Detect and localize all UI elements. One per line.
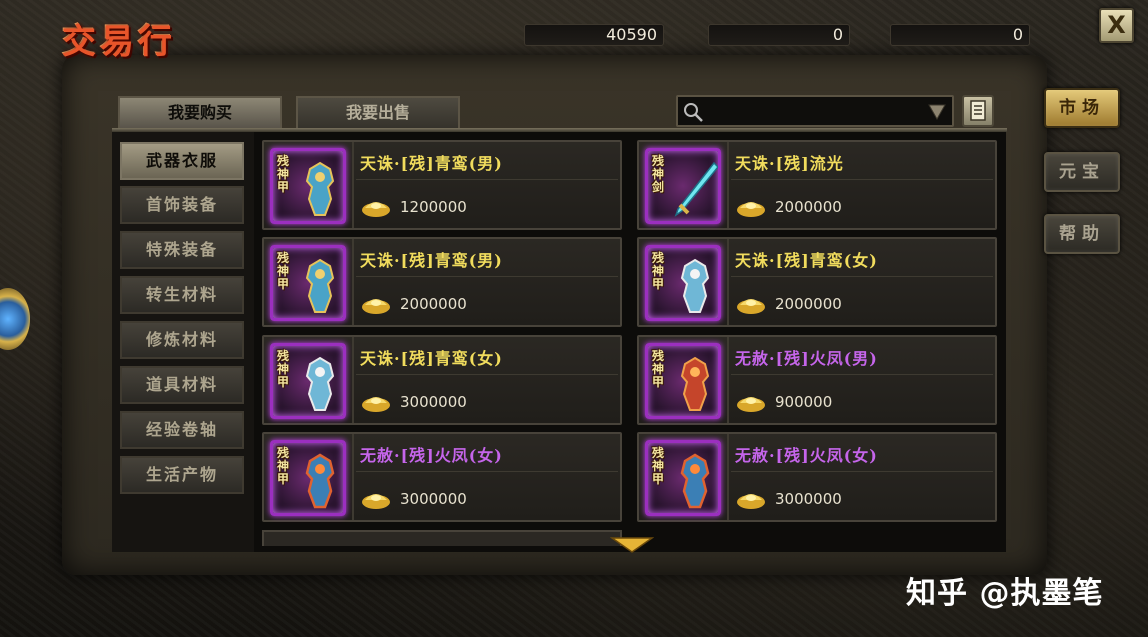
item-icon[interactable]: 残神甲 xyxy=(645,245,721,321)
gold-coin-balance: 0 xyxy=(708,24,850,46)
item-tag-label: 残神甲 xyxy=(652,349,665,389)
side-button-ingot[interactable]: 元宝 xyxy=(1044,152,1120,192)
item-name: 天诛·[残]流光 xyxy=(735,154,844,173)
category-weapons-clothes[interactable]: 武器衣服 xyxy=(120,142,244,180)
search-icon xyxy=(684,103,703,122)
gold-ingot-icon xyxy=(362,202,390,217)
tab-buy[interactable]: 我要购买 xyxy=(118,96,282,128)
item-card[interactable]: 残神甲 无赦·[残]火凤(女) 3000000 xyxy=(262,432,622,522)
item-card[interactable]: 残神甲 无赦·[残]火凤(男) 900000 xyxy=(637,335,997,425)
item-divider xyxy=(727,142,729,228)
armor-blue-white-icon xyxy=(305,356,335,411)
armor-blue-gold-icon xyxy=(305,161,335,216)
item-price: 2000000 xyxy=(400,295,467,313)
item-divider xyxy=(352,239,354,325)
armor-red-blue-icon xyxy=(680,453,710,509)
item-price: 3000000 xyxy=(400,490,467,508)
gold-ingot-icon xyxy=(362,397,390,412)
side-button-help[interactable]: 帮助 xyxy=(1044,214,1120,254)
item-price: 3000000 xyxy=(400,393,467,411)
item-card[interactable]: 残神剑 天诛·[残]流光 2000000 xyxy=(637,140,997,230)
side-button-market[interactable]: 市场 xyxy=(1044,88,1120,128)
item-tag-label: 残神剑 xyxy=(652,154,665,194)
item-name: 无赦·[残]火凤(女) xyxy=(735,446,878,465)
item-icon[interactable]: 残神甲 xyxy=(270,343,346,419)
item-icon[interactable]: 残神甲 xyxy=(270,148,346,224)
item-price: 3000000 xyxy=(775,490,842,508)
item-divider xyxy=(352,434,354,520)
category-jewelry[interactable]: 首饰装备 xyxy=(120,186,244,224)
item-name: 天诛·[残]青鸾(男) xyxy=(360,154,503,173)
item-icon[interactable]: 残神甲 xyxy=(645,343,721,419)
document-button[interactable] xyxy=(962,95,994,127)
green-coin-balance: 0 xyxy=(890,24,1030,46)
gold-ingot-icon xyxy=(362,299,390,314)
item-price: 900000 xyxy=(775,393,833,411)
search-input[interactable] xyxy=(708,100,908,122)
item-divider xyxy=(727,239,729,325)
document-icon xyxy=(970,100,986,121)
list-item-partial xyxy=(262,530,622,546)
armor-red-blue-icon xyxy=(305,453,335,509)
item-name: 天诛·[残]青鸾(女) xyxy=(735,251,878,270)
scroll-down-arrow-icon[interactable] xyxy=(610,536,654,554)
category-exp-scrolls[interactable]: 经验卷轴 xyxy=(120,411,244,449)
sword-cyan-icon xyxy=(674,161,718,217)
item-tag-label: 残神甲 xyxy=(277,154,290,194)
item-card[interactable]: 残神甲 天诛·[残]青鸾(女) 2000000 xyxy=(637,237,997,327)
item-tag-label: 残神甲 xyxy=(277,349,290,389)
gold-ingot-icon xyxy=(362,494,390,509)
item-card[interactable]: 残神甲 天诛·[残]青鸾(男) 2000000 xyxy=(262,237,622,327)
item-card[interactable]: 残神甲 无赦·[残]火凤(女) 3000000 xyxy=(637,432,997,522)
item-name: 天诛·[残]青鸾(男) xyxy=(360,251,503,270)
category-rebirth-materials[interactable]: 转生材料 xyxy=(120,276,244,314)
gold-ingot-icon xyxy=(737,494,765,509)
gold-ingot-icon xyxy=(737,397,765,412)
item-price: 2000000 xyxy=(775,295,842,313)
watermark-text: 知乎 @执墨笔 xyxy=(906,576,1104,611)
search-box[interactable] xyxy=(676,95,954,127)
gold-ingot-icon xyxy=(737,202,765,217)
item-icon[interactable]: 残神剑 xyxy=(645,148,721,224)
category-training-materials[interactable]: 修炼材料 xyxy=(120,321,244,359)
item-name: 无赦·[残]火凤(男) xyxy=(735,349,878,368)
item-price: 2000000 xyxy=(775,198,842,216)
item-tag-label: 残神甲 xyxy=(652,251,665,291)
armor-red-icon xyxy=(680,356,710,411)
item-tag-label: 残神甲 xyxy=(277,251,290,291)
item-icon[interactable]: 残神甲 xyxy=(645,440,721,516)
tab-sell[interactable]: 我要出售 xyxy=(296,96,460,128)
item-divider xyxy=(727,434,729,520)
item-icon[interactable]: 残神甲 xyxy=(270,245,346,321)
gold-ingot-icon xyxy=(737,299,765,314)
armor-blue-white-icon xyxy=(680,258,710,313)
dropdown-arrow-icon[interactable] xyxy=(928,104,946,120)
item-card[interactable]: 残神甲 天诛·[残]青鸾(女) 3000000 xyxy=(262,335,622,425)
category-item-materials[interactable]: 道具材料 xyxy=(120,366,244,404)
item-tag-label: 残神甲 xyxy=(277,446,290,486)
item-name: 无赦·[残]火凤(女) xyxy=(360,446,503,465)
item-name: 天诛·[残]青鸾(女) xyxy=(360,349,503,368)
category-life-products[interactable]: 生活产物 xyxy=(120,456,244,494)
item-price: 1200000 xyxy=(400,198,467,216)
item-icon[interactable]: 残神甲 xyxy=(270,440,346,516)
armor-blue-gold-icon xyxy=(305,258,335,313)
close-button[interactable]: X xyxy=(1099,8,1134,43)
item-divider xyxy=(352,337,354,423)
gold-ingot-balance: 40590 xyxy=(524,24,664,46)
item-tag-label: 残神甲 xyxy=(652,446,665,486)
category-special-equipment[interactable]: 特殊装备 xyxy=(120,231,244,269)
item-divider xyxy=(352,142,354,228)
page-title: 交易行 xyxy=(62,22,176,62)
item-divider xyxy=(727,337,729,423)
item-card[interactable]: 残神甲 天诛·[残]青鸾(男) 1200000 xyxy=(262,140,622,230)
